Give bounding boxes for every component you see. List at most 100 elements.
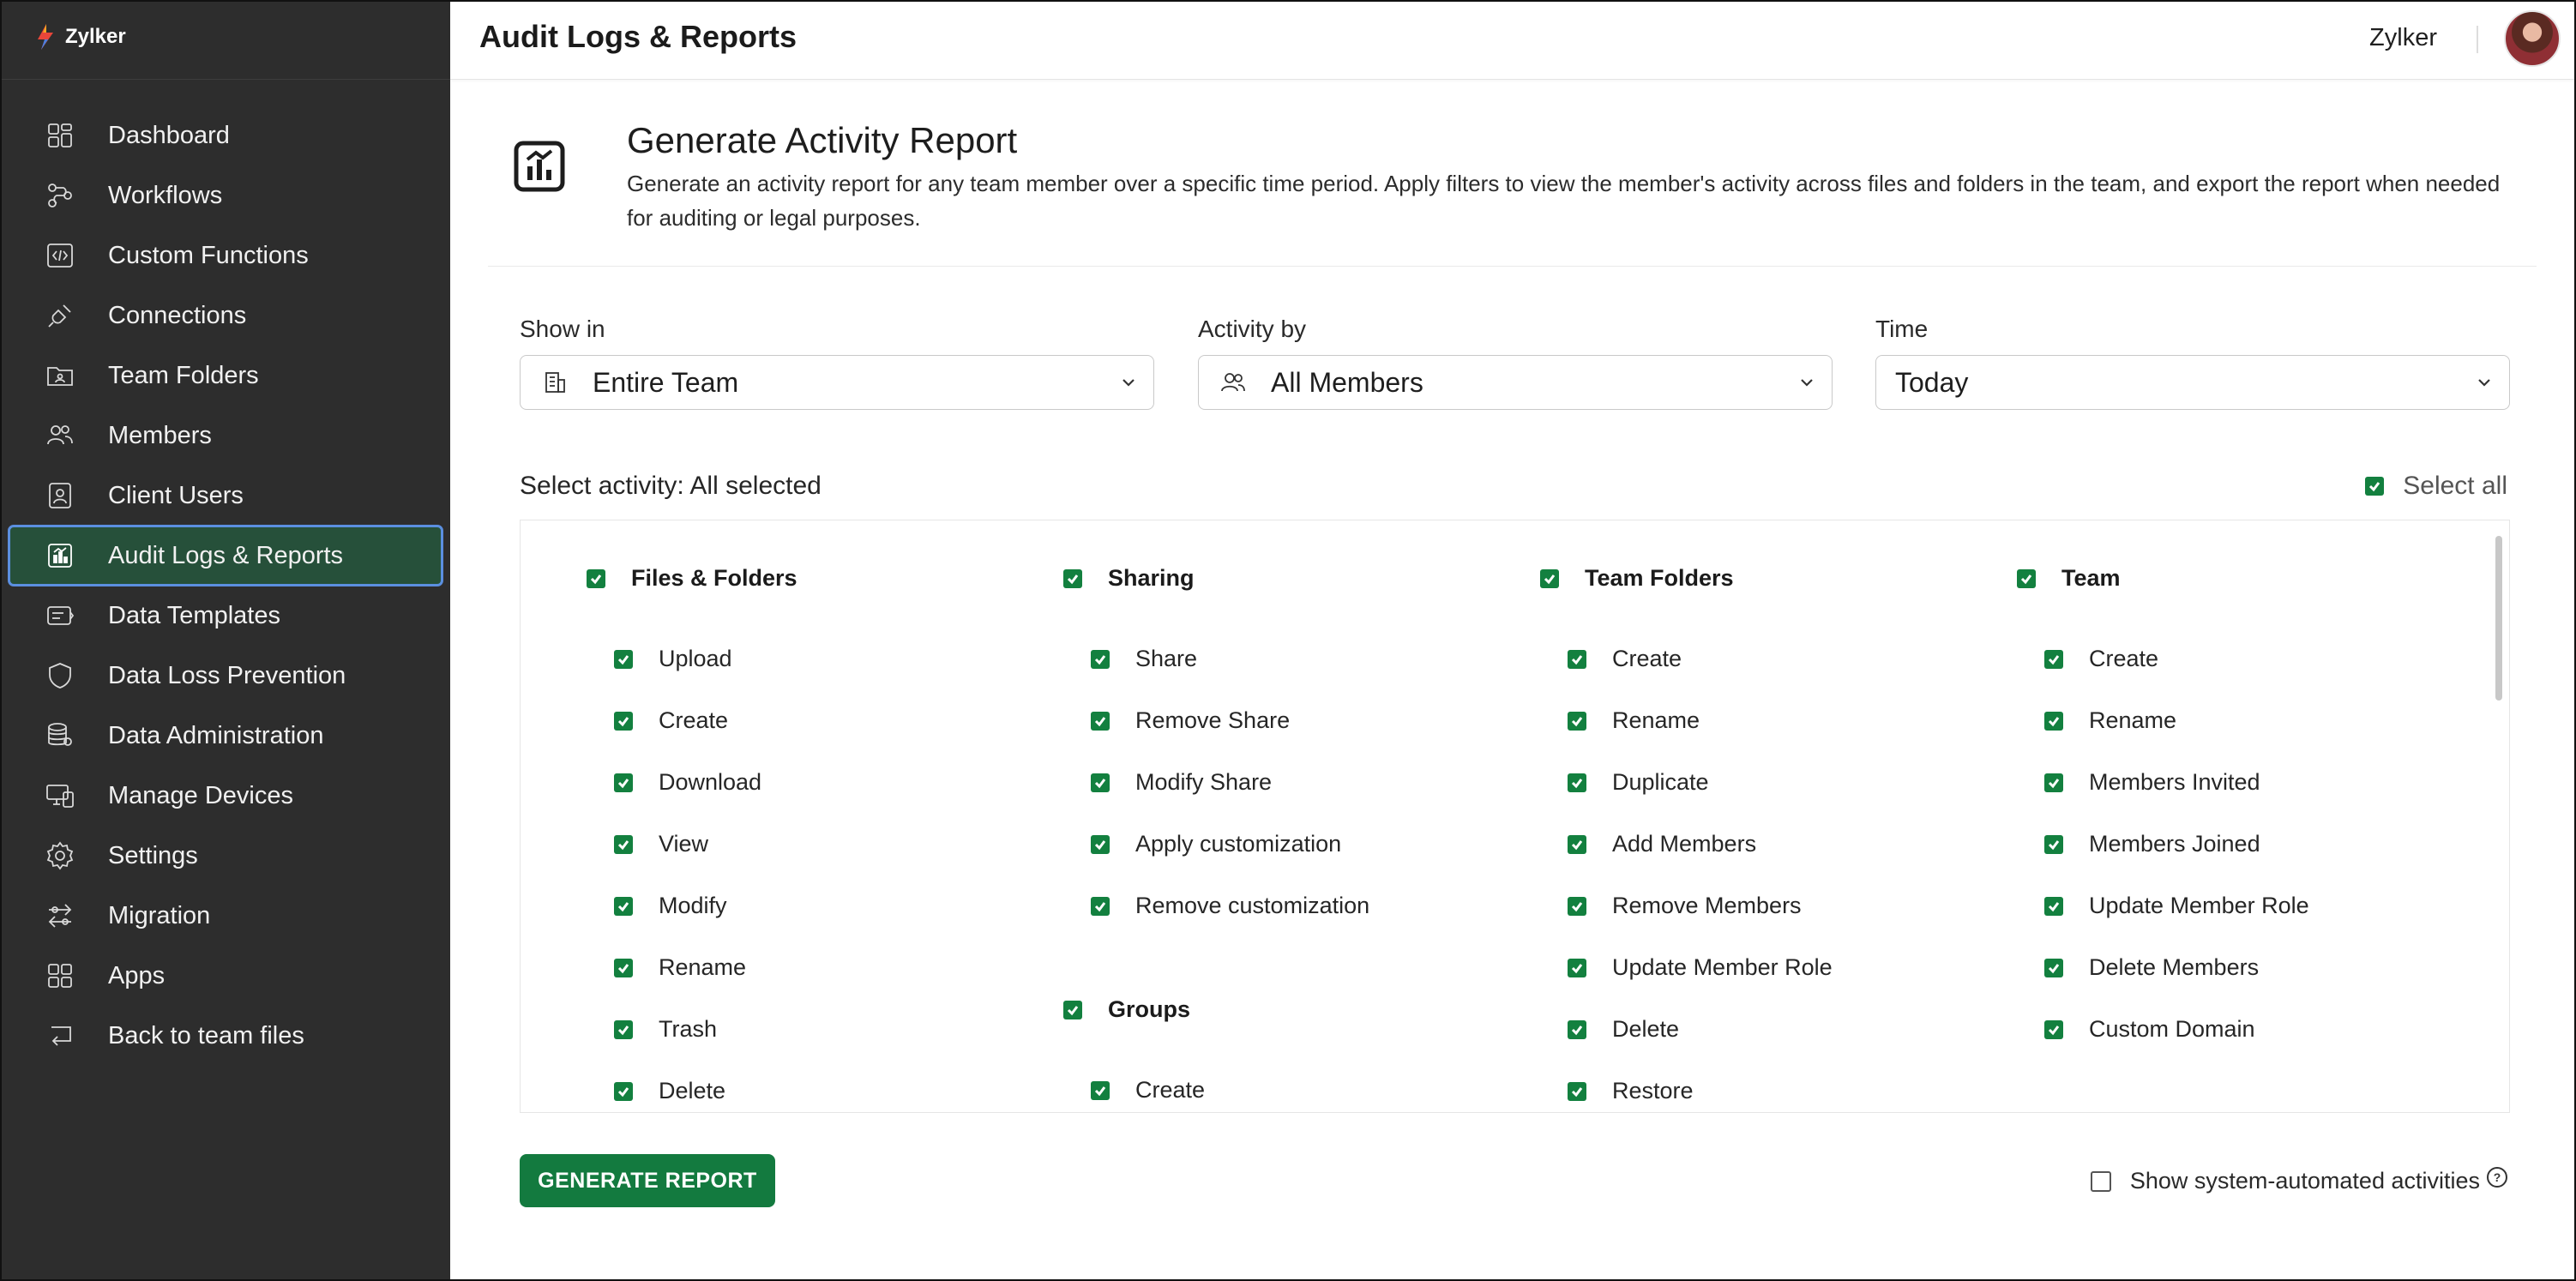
activity-label: Download [659, 769, 762, 795]
activity-checkbox[interactable]: Members Invited [2044, 769, 2260, 796]
group-checkbox-team[interactable]: Team [2017, 565, 2121, 592]
sidebar-item-data-templates[interactable]: Data Templates [9, 586, 442, 646]
shield-icon [45, 660, 75, 691]
sidebar-item-label: Workflows [108, 181, 223, 209]
activity-label: Rename [2089, 707, 2177, 733]
activity-checkbox[interactable]: Delete Members [2044, 954, 2259, 981]
dashboard-icon [45, 120, 75, 151]
activity-label: Rename [1612, 707, 1700, 733]
sidebar-item-label: Apps [108, 961, 166, 989]
checkbox-checked-icon [1091, 773, 1110, 792]
activity-by-dropdown[interactable]: All Members [1198, 355, 1833, 410]
activity-checkbox[interactable]: Remove customization [1091, 893, 1369, 919]
activity-checkbox[interactable]: Rename [2044, 707, 2176, 734]
activity-checkbox[interactable]: Add Members [1568, 831, 1756, 857]
activity-checkbox[interactable]: Delete [614, 1078, 725, 1104]
org-switcher[interactable]: Zylker [2369, 24, 2437, 52]
sidebar-item-data-loss-prevention[interactable]: Data Loss Prevention [9, 646, 442, 706]
activity-checkbox[interactable]: Download [614, 769, 761, 796]
system-automated-label: Show system-automated activities [2129, 1168, 2480, 1194]
help-icon[interactable]: ? [2487, 1166, 2507, 1188]
sidebar-item-label: Data Templates [108, 601, 280, 629]
checkbox-checked-icon [1091, 649, 1110, 669]
activity-checkbox[interactable]: Upload [614, 646, 732, 672]
sidebar-item-data-administration[interactable]: Data Administration [9, 706, 442, 766]
sidebar-item-settings[interactable]: Settings [9, 826, 442, 886]
activity-list[interactable]: Files & Folders Upload Create Download View M… [520, 520, 2510, 1113]
brand[interactable]: Zylker [34, 22, 126, 51]
sidebar-item-connections[interactable]: Connections [9, 286, 442, 346]
plug-icon [45, 300, 75, 331]
activity-checkbox[interactable]: Rename [1568, 707, 1700, 734]
sidebar-item-label: Team Folders [108, 361, 259, 389]
group-checkbox-team-folders[interactable]: Team Folders [1540, 565, 1734, 592]
activity-checkbox[interactable]: Rename [614, 954, 746, 981]
activity-checkbox[interactable]: Remove Share [1091, 707, 1290, 734]
activity-checkbox[interactable]: Modify [614, 893, 727, 919]
sidebar-item-migration[interactable]: Migration [9, 886, 442, 946]
zylker-logo-icon [38, 24, 53, 50]
database-icon [45, 720, 75, 751]
activity-checkbox[interactable]: Update Member Role [2044, 893, 2309, 919]
sidebar-item-label: Settings [108, 841, 198, 869]
group-title: Sharing [1108, 565, 1195, 591]
group-checkbox-files-folders[interactable]: Files & Folders [587, 565, 797, 592]
group-checkbox-sharing[interactable]: Sharing [1063, 565, 1195, 592]
sidebar-item-apps[interactable]: Apps [9, 946, 442, 1006]
report-description: Generate an activity report for any team… [627, 171, 2501, 231]
sidebar-item-members[interactable]: Members [9, 406, 442, 466]
activity-checkbox[interactable]: Custom Domain [2044, 1016, 2255, 1043]
activity-label: Delete [659, 1078, 726, 1104]
sidebar-item-custom-functions[interactable]: Custom Functions [9, 226, 442, 286]
activity-checkbox[interactable]: Create [614, 707, 728, 734]
group-checkbox-groups[interactable]: Groups [1063, 996, 1190, 1023]
activity-checkbox[interactable]: Remove Members [1568, 893, 1802, 919]
activity-checkbox[interactable]: Members Joined [2044, 831, 2260, 857]
checkbox-checked-icon [2044, 773, 2063, 792]
activity-label: Custom Domain [2089, 1016, 2255, 1042]
sidebar-item-client-users[interactable]: Client Users [9, 466, 442, 526]
checkbox-checked-icon [614, 1081, 633, 1101]
checkbox-checked-icon [1091, 834, 1110, 854]
group-title: Files & Folders [631, 565, 797, 591]
sidebar-divider [2, 79, 450, 80]
scrollbar[interactable] [2495, 536, 2502, 701]
activity-label: Delete [1612, 1016, 1680, 1042]
activity-checkbox[interactable]: Create [1091, 1077, 1205, 1104]
activity-checkbox[interactable]: Trash [614, 1016, 717, 1043]
time-dropdown[interactable]: Today [1875, 355, 2510, 410]
generate-report-button[interactable]: GENERATE REPORT [520, 1154, 775, 1207]
sidebar-item-dashboard[interactable]: Dashboard [9, 105, 442, 165]
chevron-down-icon [1121, 375, 1136, 390]
activity-checkbox[interactable]: Share [1091, 646, 1197, 672]
activity-checkbox[interactable]: View [614, 831, 708, 857]
show-in-dropdown[interactable]: Entire Team [520, 355, 1154, 410]
activity-checkbox[interactable]: Duplicate [1568, 769, 1709, 796]
activity-checkbox[interactable]: Restore [1568, 1078, 1694, 1104]
select-all-checkbox[interactable]: Select all [2365, 472, 2507, 501]
system-automated-checkbox[interactable]: Show system-automated activities ? [2090, 1166, 2507, 1194]
checkbox-checked-icon [2044, 711, 2063, 731]
activity-label: Rename [659, 954, 747, 980]
sidebar-item-back-to-team-files[interactable]: Back to team files [9, 1006, 442, 1066]
activity-checkbox[interactable]: Modify Share [1091, 769, 1272, 796]
topbar-divider [2477, 26, 2478, 53]
activity-checkbox[interactable]: Apply customization [1091, 831, 1341, 857]
activity-label: Create [1135, 1077, 1206, 1103]
sidebar-item-workflows[interactable]: Workflows [9, 165, 442, 226]
devices-icon [45, 780, 75, 811]
checkbox-checked-icon [2044, 896, 2063, 916]
activity-checkbox[interactable]: Update Member Role [1568, 954, 1833, 981]
sidebar-item-team-folders[interactable]: Team Folders [9, 346, 442, 406]
time-label: Time [1875, 316, 1929, 342]
activity-checkbox[interactable]: Create [2044, 646, 2158, 672]
checkbox-checked-icon [1091, 1080, 1110, 1100]
avatar[interactable] [2504, 10, 2561, 67]
data-template-icon [45, 600, 75, 631]
checkbox-checked-icon [1568, 834, 1586, 854]
activity-label: Modify [659, 893, 727, 918]
activity-checkbox[interactable]: Delete [1568, 1016, 1679, 1043]
sidebar-item-manage-devices[interactable]: Manage Devices [9, 766, 442, 826]
sidebar-item-audit-logs-reports[interactable]: Audit Logs & Reports [8, 525, 443, 586]
activity-checkbox[interactable]: Create [1568, 646, 1682, 672]
